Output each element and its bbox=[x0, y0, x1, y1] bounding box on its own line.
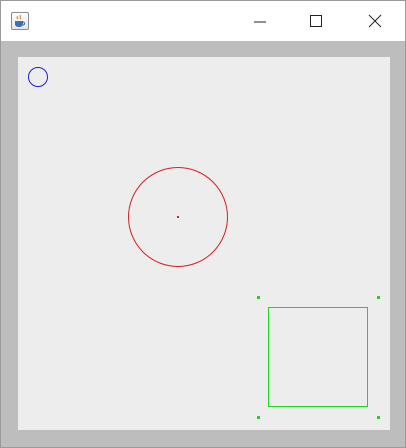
maximize-icon bbox=[310, 15, 322, 27]
small-circle[interactable] bbox=[28, 67, 48, 87]
drawing-panel[interactable] bbox=[18, 57, 390, 430]
java-coffee-cup-icon[interactable] bbox=[11, 12, 29, 30]
circle-center-dot bbox=[177, 216, 179, 218]
minimize-icon bbox=[254, 21, 266, 23]
square-handle-bottom-left[interactable] bbox=[257, 416, 260, 419]
drawing-canvas[interactable] bbox=[18, 57, 390, 430]
square-handle-top-right[interactable] bbox=[377, 296, 380, 299]
application-window bbox=[0, 0, 406, 448]
square-handle-top-left[interactable] bbox=[257, 296, 260, 299]
square-handle-bottom-right[interactable] bbox=[377, 416, 380, 419]
title-bar[interactable] bbox=[1, 1, 405, 41]
close-button[interactable] bbox=[352, 1, 398, 41]
close-icon bbox=[368, 14, 382, 28]
minimize-button[interactable] bbox=[237, 1, 283, 41]
maximize-button[interactable] bbox=[293, 1, 339, 41]
green-square[interactable] bbox=[268, 307, 368, 407]
